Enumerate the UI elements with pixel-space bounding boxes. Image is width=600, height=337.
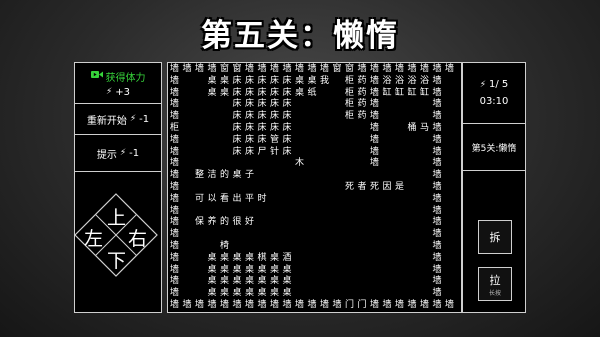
grid-row: 墙 桌桌桌桌桌桌桌 墙: [170, 276, 446, 287]
lightning-icon: ⚡: [119, 148, 127, 158]
grid-row: 墙 椅 墙: [170, 241, 446, 251]
grid-row: 墙 床床尸针床 墙 墙: [170, 146, 446, 157]
pull-label: 拉: [489, 273, 501, 287]
lightning-icon: ⚡: [479, 79, 487, 90]
restart-label: 重新开始: [86, 115, 127, 127]
level-title: 第五关：懒惰: [201, 18, 399, 54]
lightning-icon: ⚡: [129, 114, 137, 124]
reward-amount: +3: [115, 86, 131, 98]
grid-row: 墙 可以看出平时 墙: [170, 193, 446, 204]
get-stamina-label: 获得体力: [105, 72, 146, 84]
down-button[interactable]: 下: [107, 246, 126, 273]
grid-row: 墙 床床床管床 墙 墙: [170, 134, 446, 145]
pull-sub-label: 长按: [488, 289, 501, 297]
get-stamina-button[interactable]: 获得体力 ⚡ +3: [75, 63, 161, 104]
level-name: 第5关:懒惰: [471, 143, 517, 154]
right-button[interactable]: 右: [128, 224, 147, 251]
grid-row: 墙 桌桌床床床床床桌纸 柜药墙缸缸缸缸墙: [170, 87, 446, 98]
direction-pad: 上 左 右 下: [74, 193, 158, 277]
stamina-count: 1/ 5: [489, 79, 509, 90]
grid-row: 墙 床床床床床 柜药墙 墙: [170, 99, 446, 110]
hint-label: 提示: [96, 149, 117, 161]
restart-cost: -1: [139, 113, 150, 125]
level-name-box: 第5关:懒惰: [463, 124, 525, 171]
grid-row: 墙 床床床床床 柜药墙 墙: [170, 111, 446, 122]
up-button[interactable]: 上: [107, 203, 126, 230]
grid-row: 墙 木 墙 墙: [170, 158, 446, 169]
grid-row: 墙 墙: [170, 229, 446, 240]
grid-row: 柜 床床床床床 墙 桶马墙: [170, 123, 446, 133]
grid-row: 墙 保养的很好 墙: [170, 217, 446, 228]
hint-cost: -1: [129, 147, 140, 159]
video-icon: [90, 70, 103, 82]
grid-row: 墙 桌桌床床床床床桌桌我 柜药墙浴浴浴浴墙: [170, 75, 446, 86]
hint-button[interactable]: 提示 ⚡ -1: [75, 135, 161, 172]
demolish-button[interactable]: 拆: [478, 220, 512, 254]
demolish-label: 拆: [489, 231, 501, 244]
status-box: ⚡ 1/ 5 03:10: [463, 63, 525, 124]
timer: 03:10: [479, 96, 509, 107]
grid-row: 墙 桌桌桌桌桌桌桌 墙: [170, 264, 446, 275]
grid-row: 墙墙墙墙墙墙墙墙墙墙墙墙墙墙门门墙墙墙墙墙墙墙: [170, 300, 458, 310]
level-grid: 墙墙墙墙窗窗墙墙墙墙墙墙墙窗窗墙墙墙墙墙墙墙墙墙 桌桌床床床床床桌桌我 柜药墙浴…: [167, 62, 462, 313]
grid-row: 墙 桌桌桌桌棋桌酒 墙: [170, 252, 446, 263]
left-button[interactable]: 左: [84, 224, 103, 251]
grid-row: 墙墙墙墙窗窗墙墙墙墙墙墙墙窗窗墙墙墙墙墙墙墙墙: [170, 64, 458, 74]
grid-row: 墙 整洁的桌子 墙: [170, 170, 446, 181]
grid-row: 墙 桌桌桌桌桌桌桌 墙: [170, 288, 446, 299]
grid-row: 墙 死者死因是 墙: [170, 182, 446, 192]
restart-button[interactable]: 重新开始 ⚡ -1: [75, 104, 161, 135]
pull-button[interactable]: 拉 长按: [478, 267, 512, 301]
lightning-icon: ⚡: [105, 87, 113, 97]
grid-row: 墙 墙: [170, 205, 446, 216]
